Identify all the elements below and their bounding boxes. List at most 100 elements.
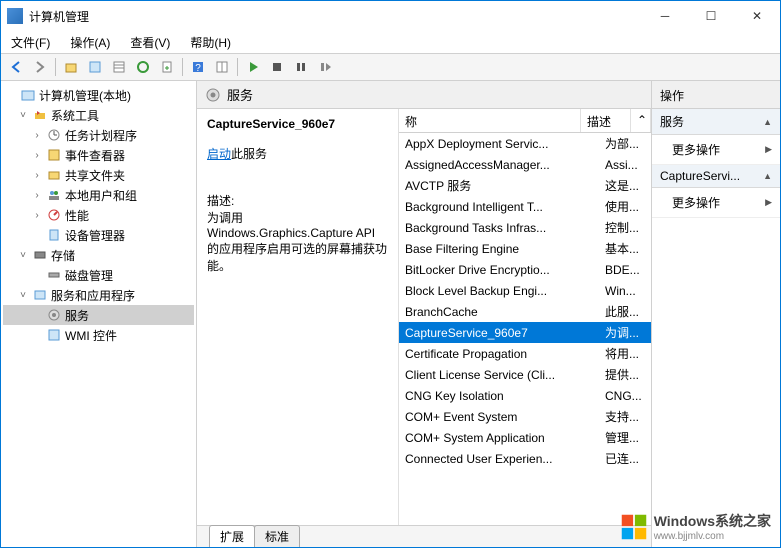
window-title: 计算机管理 bbox=[29, 8, 642, 25]
close-button[interactable]: ✕ bbox=[734, 1, 780, 31]
tree-disk-management[interactable]: 磁盘管理 bbox=[3, 265, 194, 285]
service-row[interactable]: Client License Service (Cli...提供... bbox=[399, 364, 651, 385]
actions-section-capture[interactable]: CaptureServi...▲ bbox=[652, 165, 780, 188]
service-row[interactable]: COM+ Event System支持... bbox=[399, 406, 651, 427]
service-name: Block Level Backup Engi... bbox=[399, 284, 601, 298]
center-heading: 服务 bbox=[197, 81, 651, 109]
col-description[interactable]: 描述 bbox=[581, 109, 631, 132]
service-desc: 为调... bbox=[601, 324, 651, 341]
back-button[interactable] bbox=[5, 56, 27, 78]
view-tabs: 扩展 标准 bbox=[197, 525, 651, 547]
computer-management-window: 计算机管理 ─ ☐ ✕ 文件(F) 操作(A) 查看(V) 帮助(H) ? 计算 bbox=[0, 0, 781, 548]
tree-task-scheduler[interactable]: ›任务计划程序 bbox=[3, 125, 194, 145]
service-desc: 支持... bbox=[601, 408, 651, 425]
menu-help[interactable]: 帮助(H) bbox=[186, 32, 235, 53]
up-button[interactable] bbox=[60, 56, 82, 78]
service-desc: 控制... bbox=[601, 219, 651, 236]
list-header[interactable]: 称 描述 ⌃ bbox=[399, 109, 651, 133]
service-row[interactable]: Connected User Experien...已连... bbox=[399, 448, 651, 469]
service-row[interactable]: Block Level Backup Engi...Win... bbox=[399, 280, 651, 301]
service-row[interactable]: Base Filtering Engine基本... bbox=[399, 238, 651, 259]
export-button[interactable] bbox=[156, 56, 178, 78]
description-label: 描述: bbox=[207, 192, 388, 209]
tree-services-apps[interactable]: ˅服务和应用程序 bbox=[3, 285, 194, 305]
tree-storage[interactable]: ˅存储 bbox=[3, 245, 194, 265]
tree-system-tools[interactable]: ˅系统工具 bbox=[3, 105, 194, 125]
titlebar[interactable]: 计算机管理 ─ ☐ ✕ bbox=[1, 1, 780, 31]
service-row[interactable]: Background Tasks Infras...控制... bbox=[399, 217, 651, 238]
collapse-icon: ▲ bbox=[763, 171, 772, 181]
services-icon bbox=[205, 87, 221, 103]
menu-file[interactable]: 文件(F) bbox=[7, 32, 54, 53]
start-service-link[interactable]: 启动 bbox=[207, 147, 231, 161]
toolbar: ? bbox=[1, 53, 780, 81]
tree-device-manager[interactable]: 设备管理器 bbox=[3, 225, 194, 245]
collapse-icon: ▲ bbox=[763, 117, 772, 127]
maximize-button[interactable]: ☐ bbox=[688, 1, 734, 31]
refresh-button[interactable] bbox=[132, 56, 154, 78]
tab-extended[interactable]: 扩展 bbox=[209, 525, 255, 547]
menu-action[interactable]: 操作(A) bbox=[66, 32, 114, 53]
tree-local-users[interactable]: ›本地用户和组 bbox=[3, 185, 194, 205]
windows-logo-icon bbox=[620, 513, 648, 541]
tree-root[interactable]: 计算机管理(本地) bbox=[3, 85, 194, 105]
tab-standard[interactable]: 标准 bbox=[254, 525, 300, 547]
list-button[interactable] bbox=[108, 56, 130, 78]
service-desc: Win... bbox=[601, 284, 651, 298]
service-name: BranchCache bbox=[399, 305, 601, 319]
tree-services[interactable]: 服务 bbox=[3, 305, 194, 325]
show-hide-button[interactable] bbox=[211, 56, 233, 78]
tree-performance[interactable]: ›性能 bbox=[3, 205, 194, 225]
service-row[interactable]: AppX Deployment Servic...为部... bbox=[399, 133, 651, 154]
service-name: Base Filtering Engine bbox=[399, 242, 601, 256]
service-desc: CNG... bbox=[601, 389, 651, 403]
service-desc: 管理... bbox=[601, 429, 651, 446]
actions-pane: 操作 服务▲ 更多操作▶ CaptureServi...▲ 更多操作▶ bbox=[652, 81, 780, 547]
actions-more-2[interactable]: 更多操作▶ bbox=[652, 188, 780, 218]
service-row[interactable]: BranchCache此服... bbox=[399, 301, 651, 322]
col-name[interactable]: 称 bbox=[399, 109, 581, 132]
pause-service-button[interactable] bbox=[290, 56, 312, 78]
tree-shared-folders[interactable]: ›共享文件夹 bbox=[3, 165, 194, 185]
service-row[interactable]: CNG Key IsolationCNG... bbox=[399, 385, 651, 406]
service-row[interactable]: CaptureService_960e7为调... bbox=[399, 322, 651, 343]
tree-event-viewer[interactable]: ›事件查看器 bbox=[3, 145, 194, 165]
service-name: COM+ System Application bbox=[399, 431, 601, 445]
help-button[interactable]: ? bbox=[187, 56, 209, 78]
service-name: COM+ Event System bbox=[399, 410, 601, 424]
service-desc: 将用... bbox=[601, 345, 651, 362]
service-desc: BDE... bbox=[601, 263, 651, 277]
service-desc: 提供... bbox=[601, 366, 651, 383]
stop-service-button[interactable] bbox=[266, 56, 288, 78]
service-row[interactable]: COM+ System Application管理... bbox=[399, 427, 651, 448]
watermark: Windows系统之家 www.bjjmlv.com bbox=[620, 511, 771, 542]
app-icon bbox=[7, 8, 23, 24]
service-name: Connected User Experien... bbox=[399, 452, 601, 466]
description-text: 为调用 Windows.Graphics.Capture API 的应用程序启用… bbox=[207, 209, 388, 274]
service-row[interactable]: Background Intelligent T...使用... bbox=[399, 196, 651, 217]
console-tree[interactable]: 计算机管理(本地) ˅系统工具 ›任务计划程序 ›事件查看器 ›共享文件夹 ›本… bbox=[1, 81, 197, 547]
start-service-link-row: 启动此服务 bbox=[207, 145, 388, 162]
actions-title: 操作 bbox=[652, 81, 780, 109]
service-row[interactable]: AssignedAccessManager...Assi... bbox=[399, 154, 651, 175]
service-desc: 此服... bbox=[601, 303, 651, 320]
properties-button[interactable] bbox=[84, 56, 106, 78]
tree-wmi[interactable]: WMI 控件 bbox=[3, 325, 194, 345]
service-row[interactable]: AVCTP 服务这是... bbox=[399, 175, 651, 196]
service-row[interactable]: BitLocker Drive Encryptio...BDE... bbox=[399, 259, 651, 280]
service-name: CNG Key Isolation bbox=[399, 389, 601, 403]
svg-text:?: ? bbox=[195, 63, 201, 74]
menu-view[interactable]: 查看(V) bbox=[126, 32, 174, 53]
watermark-text: Windows系统之家 bbox=[654, 511, 771, 531]
start-service-button[interactable] bbox=[242, 56, 264, 78]
forward-button[interactable] bbox=[29, 56, 51, 78]
service-name: Client License Service (Cli... bbox=[399, 368, 601, 382]
main-area: 计算机管理(本地) ˅系统工具 ›任务计划程序 ›事件查看器 ›共享文件夹 ›本… bbox=[1, 81, 780, 547]
detail-pane: CaptureService_960e7 启动此服务 描述: 为调用 Windo… bbox=[197, 109, 399, 525]
actions-section-services[interactable]: 服务▲ bbox=[652, 109, 780, 135]
minimize-button[interactable]: ─ bbox=[642, 1, 688, 31]
service-rows[interactable]: AppX Deployment Servic...为部...AssignedAc… bbox=[399, 133, 651, 525]
actions-more-1[interactable]: 更多操作▶ bbox=[652, 135, 780, 165]
restart-service-button[interactable] bbox=[314, 56, 336, 78]
service-row[interactable]: Certificate Propagation将用... bbox=[399, 343, 651, 364]
